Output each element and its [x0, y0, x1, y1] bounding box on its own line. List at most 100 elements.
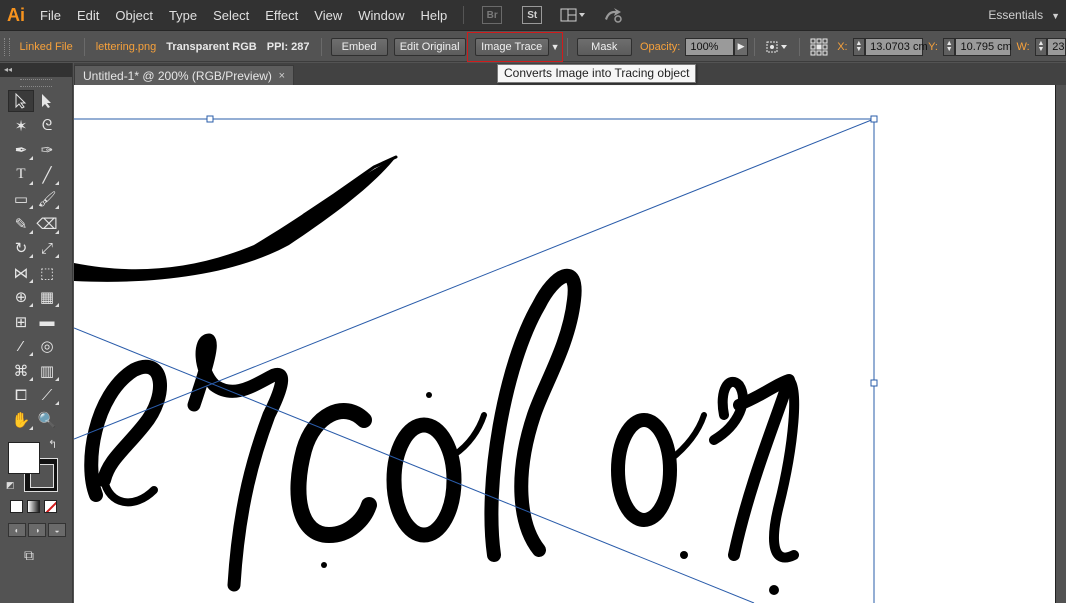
- line-segment-tool-icon[interactable]: ╱: [34, 164, 60, 186]
- screen-mode-icon[interactable]: ⧉: [24, 547, 72, 564]
- y-stepper-icon[interactable]: ▲ ▼: [942, 37, 956, 56]
- selection-tool-icon[interactable]: [8, 90, 34, 113]
- illustrator-window: Ai File Edit Object Type Select Effect V…: [0, 0, 1066, 603]
- control-bar: Linked File lettering.png Transparent RG…: [0, 31, 1066, 62]
- draw-behind-icon[interactable]: ◑: [28, 523, 46, 537]
- perspective-grid-tool-icon[interactable]: ▦: [34, 286, 60, 308]
- y-label[interactable]: Y:: [928, 41, 938, 53]
- control-separator: [320, 37, 322, 56]
- symbol-sprayer-tool-icon[interactable]: ⌘: [8, 360, 34, 382]
- menu-effect[interactable]: Effect: [257, 0, 306, 31]
- control-bar-grip[interactable]: [4, 37, 10, 56]
- default-fill-stroke-icon[interactable]: ◩: [6, 480, 15, 491]
- menu-separator: [463, 6, 465, 24]
- width-tool-icon[interactable]: ⋈: [8, 262, 34, 284]
- ppi-label: PPI: 287: [266, 40, 310, 53]
- tools-panel-collapse[interactable]: ◂◂: [0, 63, 72, 77]
- menu-type[interactable]: Type: [161, 0, 205, 31]
- color-mode-buttons: [0, 500, 72, 513]
- recolor-icon[interactable]: [765, 40, 789, 54]
- file-name-link[interactable]: lettering.png: [96, 41, 157, 53]
- swap-fill-stroke-icon[interactable]: ↰: [48, 438, 57, 451]
- hand-tool-icon[interactable]: ✋: [8, 409, 34, 431]
- eyedropper-tool-icon[interactable]: ⁄: [8, 335, 34, 357]
- menu-select[interactable]: Select: [205, 0, 257, 31]
- rectangle-tool-icon[interactable]: ▭: [8, 188, 34, 210]
- artboard-tool-icon[interactable]: ⧠: [8, 384, 34, 406]
- gradient-icon[interactable]: [27, 500, 40, 513]
- close-tab-icon[interactable]: ×: [279, 66, 285, 86]
- menu-object[interactable]: Object: [107, 0, 161, 31]
- app-logo: Ai: [7, 4, 25, 25]
- x-stepper-icon[interactable]: ▲ ▼: [852, 37, 866, 56]
- type-tool-icon[interactable]: T: [8, 164, 34, 186]
- mask-button[interactable]: Mask: [576, 37, 632, 56]
- draw-inside-icon[interactable]: ◒: [48, 523, 66, 537]
- control-separator: [566, 37, 568, 56]
- menu-edit[interactable]: Edit: [69, 0, 107, 31]
- lasso-tool-icon[interactable]: ᘓ: [34, 115, 60, 137]
- slice-tool-icon[interactable]: ⟋: [34, 384, 60, 406]
- fill-stroke-swatches: ↰ ◩: [0, 436, 72, 498]
- blend-tool-icon[interactable]: ◎: [34, 335, 60, 357]
- menu-help[interactable]: Help: [412, 0, 455, 31]
- color-icon[interactable]: [10, 500, 23, 513]
- column-graph-tool-icon[interactable]: ▥: [34, 360, 60, 382]
- menu-view[interactable]: View: [306, 0, 350, 31]
- document-tab-title: Untitled-1* @ 200% (RGB/Preview): [83, 69, 272, 83]
- canvas-area[interactable]: [74, 85, 1066, 603]
- paintbrush-tool-icon[interactable]: 🖌: [34, 188, 60, 210]
- magic-wand-tool-icon[interactable]: ✶: [8, 115, 34, 137]
- control-separator: [799, 37, 801, 56]
- opacity-label[interactable]: Opacity:: [640, 41, 680, 53]
- rotate-tool-icon[interactable]: ↻: [8, 237, 34, 259]
- control-separator: [754, 37, 756, 56]
- artboard[interactable]: [74, 85, 1056, 603]
- shape-builder-tool-icon[interactable]: ⊕: [8, 286, 34, 308]
- draw-normal-icon[interactable]: ◐: [8, 523, 26, 537]
- gradient-tool-icon[interactable]: ▬: [34, 311, 60, 333]
- w-input[interactable]: 23.: [1047, 37, 1066, 56]
- opacity-slider-icon[interactable]: ▶: [733, 37, 749, 56]
- edit-original-button[interactable]: Edit Original: [393, 37, 466, 56]
- menu-window[interactable]: Window: [350, 0, 412, 31]
- w-label[interactable]: W:: [1016, 41, 1029, 53]
- image-trace-highlight: [466, 31, 563, 62]
- free-transform-tool-icon[interactable]: ⬚: [34, 262, 60, 284]
- placed-image-lettering[interactable]: [74, 85, 1056, 603]
- zoom-tool-icon[interactable]: 🔍: [34, 409, 60, 431]
- opacity-input[interactable]: 100%: [685, 37, 734, 56]
- image-trace-group: Image Trace ▼: [466, 31, 563, 62]
- direct-selection-tool-icon[interactable]: [34, 90, 60, 112]
- pen-tool-icon[interactable]: ✒: [8, 139, 34, 161]
- sync-settings-icon[interactable]: [602, 7, 624, 23]
- fill-swatch[interactable]: [8, 442, 40, 474]
- object-type-link[interactable]: Linked File: [20, 41, 73, 53]
- image-trace-tooltip: Converts Image into Tracing object: [497, 64, 697, 83]
- workspace-switcher[interactable]: Essentials ▼: [988, 0, 1060, 32]
- reference-point-icon[interactable]: [810, 38, 828, 56]
- menu-bar: Ai File Edit Object Type Select Effect V…: [0, 0, 1066, 31]
- drawing-modes: ◐ ◑ ◒: [0, 523, 72, 537]
- selection-bounding-box: [74, 118, 875, 603]
- w-stepper-icon[interactable]: ▲ ▼: [1034, 37, 1048, 56]
- color-mode-label: Transparent RGB: [166, 40, 257, 53]
- bridge-button[interactable]: Br: [482, 6, 503, 24]
- y-input[interactable]: 10.795 cm: [955, 37, 1012, 56]
- arrange-documents-icon[interactable]: [560, 8, 586, 22]
- tools-panel-grip[interactable]: [20, 79, 52, 87]
- eraser-tool-icon[interactable]: ⌫: [34, 213, 60, 235]
- scale-tool-icon[interactable]: ⤢: [34, 237, 60, 259]
- menu-file[interactable]: File: [32, 0, 69, 31]
- shaper-tool-icon[interactable]: ✎: [8, 213, 34, 235]
- embed-button[interactable]: Embed: [330, 37, 388, 56]
- document-tab[interactable]: Untitled-1* @ 200% (RGB/Preview) ×: [74, 65, 294, 85]
- tools-panel: ◂◂ ✶ ᘓ ✒ ✑ T ╱ ▭ 🖌 ✎ ⌫ ↻ ⤢ ⋈ ⬚ ⊕ ▦ ⊞ ▬ ⁄…: [0, 63, 73, 603]
- workspace-label: Essentials: [988, 8, 1044, 22]
- curvature-tool-icon[interactable]: ✑: [34, 139, 60, 161]
- x-label[interactable]: X:: [837, 41, 847, 53]
- mesh-tool-icon[interactable]: ⊞: [8, 311, 34, 333]
- stock-button[interactable]: St: [522, 6, 543, 24]
- x-input[interactable]: 13.0703 cm: [865, 37, 928, 56]
- none-icon[interactable]: [44, 500, 57, 513]
